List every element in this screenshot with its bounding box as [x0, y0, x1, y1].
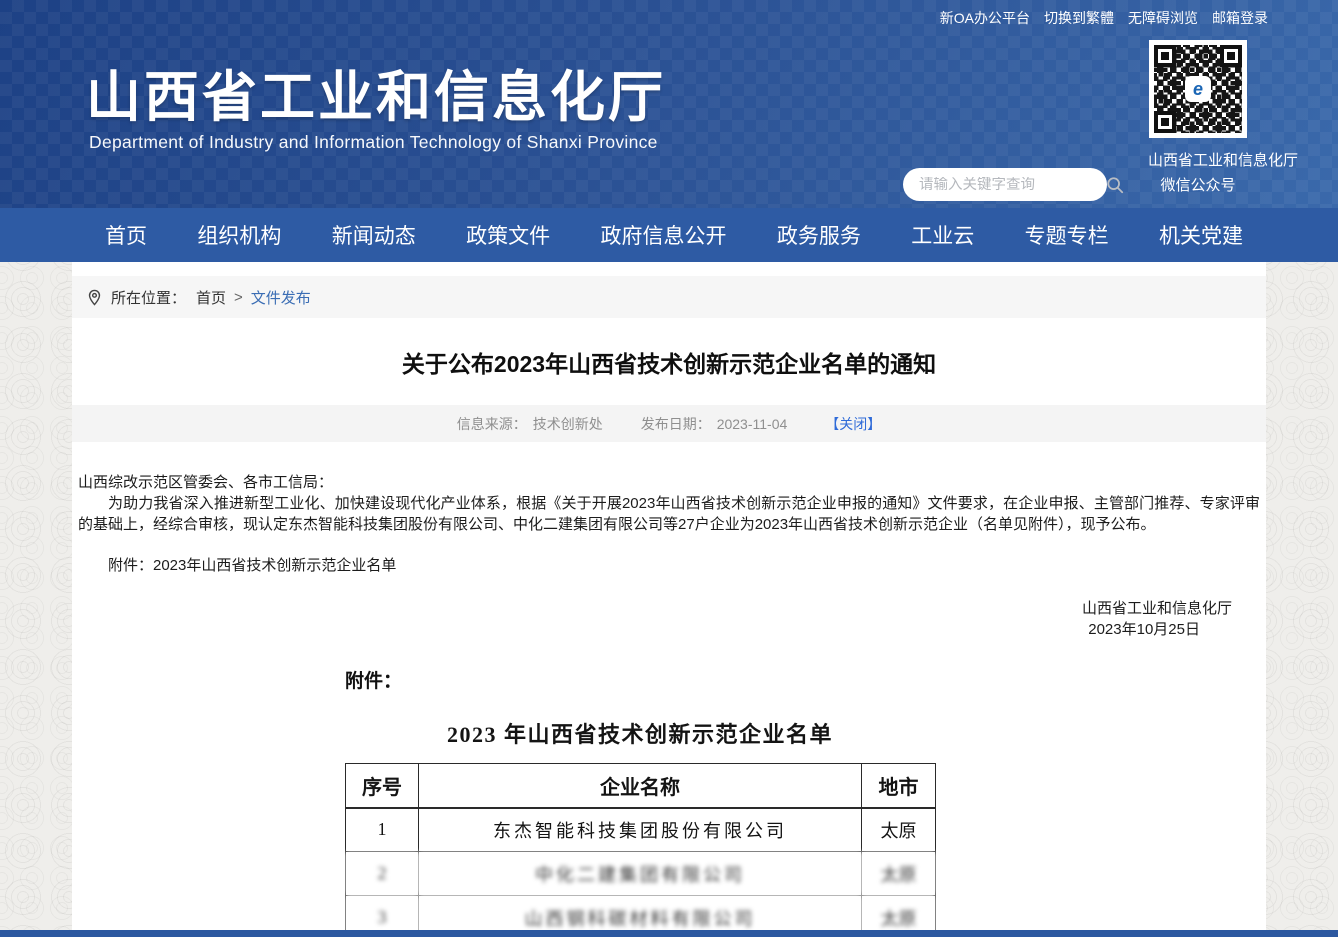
meta-source-label: 信息来源： [457, 414, 527, 434]
signature-date: 2023年10月25日 [78, 619, 1260, 640]
search-icon[interactable] [1106, 176, 1124, 194]
topbar-link-accessibility[interactable]: 无障碍浏览 [1128, 8, 1198, 28]
breadcrumb-label: 所在位置： [111, 287, 186, 308]
table-row: 1 东杰智能科技集团股份有限公司 太原 [346, 808, 936, 852]
col-header-name: 企业名称 [419, 764, 862, 808]
cell-no: 1 [346, 808, 419, 852]
qr-caption-line2: 微信公众号 [1148, 173, 1248, 198]
qr-code-image: e [1149, 40, 1247, 138]
table-row: 3 山西钢科碳材料有限公司 太原 [346, 896, 936, 931]
qr-finder-icon [1154, 45, 1176, 67]
signature-organization: 山西省工业和信息化厅 [78, 598, 1260, 619]
table-header-row: 序号 企业名称 地市 [346, 764, 936, 808]
nav-item-organization[interactable]: 组织机构 [197, 220, 281, 250]
qr-caption-line1: 山西省工业和信息化厅 [1148, 148, 1248, 173]
topbar-link-oa[interactable]: 新OA办公平台 [940, 8, 1030, 28]
nav-item-gov-info[interactable]: 政府信息公开 [601, 220, 727, 250]
cell-no: 3 [346, 896, 419, 931]
breadcrumb: 所在位置： 首页 > 文件发布 [72, 276, 1266, 318]
location-pin-icon [86, 289, 103, 306]
search-box[interactable] [903, 168, 1107, 201]
qr-caption: 山西省工业和信息化厅 微信公众号 [1148, 148, 1248, 198]
main-nav: 首页 组织机构 新闻动态 政策文件 政府信息公开 政务服务 工业云 专题专栏 机… [0, 208, 1338, 262]
qr-finder-icon [1220, 45, 1242, 67]
salutation-line: 山西综改示范区管委会、各市工信局： [78, 472, 1260, 493]
nav-item-industry-cloud[interactable]: 工业云 [911, 220, 974, 250]
content-container: 所在位置： 首页 > 文件发布 关于公布2023年山西省技术创新示范企业名单的通… [72, 262, 1266, 930]
meta-date-value: 2023-11-04 [717, 416, 788, 432]
bottom-accent-bar [0, 930, 1338, 937]
main-paragraph: 为助力我省深入推进新型工业化、加快建设现代化产业体系，根据《关于开展2023年山… [78, 493, 1260, 535]
site-header: 新OA办公平台 切换到繁體 无障碍浏览 邮箱登录 山西省工业和信息化厅 Depa… [0, 0, 1338, 208]
meta-source-value: 技术创新处 [533, 414, 603, 434]
cell-name: 山西钢科碳材料有限公司 [419, 896, 862, 931]
breadcrumb-home-link[interactable]: 首页 [196, 287, 226, 308]
col-header-city: 地市 [862, 764, 936, 808]
article-title: 关于公布2023年山西省技术创新示范企业名单的通知 [72, 318, 1266, 405]
attachment-table-title: 2023 年山西省技术创新示范企业名单 [345, 717, 935, 749]
article-body: 山西综改示范区管委会、各市工信局： 为助力我省深入推进新型工业化、加快建设现代化… [72, 442, 1266, 640]
wechat-qr-block: e 山西省工业和信息化厅 微信公众号 [1148, 40, 1248, 198]
cell-name: 东杰智能科技集团股份有限公司 [419, 808, 862, 852]
nav-item-policy[interactable]: 政策文件 [466, 220, 550, 250]
cell-name: 中化二建集团有限公司 [419, 852, 862, 896]
cell-city: 太原 [862, 808, 936, 852]
attachment-label: 附件： [345, 666, 945, 693]
nav-item-news[interactable]: 新闻动态 [332, 220, 416, 250]
topbar-link-mail-login[interactable]: 邮箱登录 [1212, 8, 1268, 28]
attachment-reference-line: 附件：2023年山西省技术创新示范企业名单 [78, 555, 1260, 576]
topbar-link-traditional[interactable]: 切换到繁體 [1044, 8, 1114, 28]
search-input[interactable] [919, 177, 1106, 193]
site-subtitle: Department of Industry and Information T… [89, 132, 658, 153]
meta-date-label: 发布日期： [641, 414, 711, 434]
topbar: 新OA办公平台 切换到繁體 无障碍浏览 邮箱登录 [940, 8, 1268, 28]
cell-city: 太原 [862, 896, 936, 931]
nav-item-home[interactable]: 首页 [105, 220, 147, 250]
enterprise-table: 序号 企业名称 地市 1 东杰智能科技集团股份有限公司 太原 2 中化二建集团有… [345, 763, 936, 930]
close-article-link[interactable]: 【关闭】 [825, 414, 881, 434]
qr-center-logo-icon: e [1185, 76, 1211, 102]
site-title: 山西省工业和信息化厅 [86, 52, 666, 132]
breadcrumb-current-link[interactable]: 文件发布 [251, 287, 311, 308]
col-header-no: 序号 [346, 764, 419, 808]
article-meta-bar: 信息来源： 技术创新处 发布日期： 2023-11-04 【关闭】 [72, 405, 1266, 442]
attachment-document: 附件： 2023 年山西省技术创新示范企业名单 序号 企业名称 地市 1 东杰智… [345, 666, 945, 930]
nav-item-party-building[interactable]: 机关党建 [1159, 220, 1243, 250]
breadcrumb-separator: > [234, 289, 243, 306]
qr-finder-icon [1154, 111, 1176, 133]
nav-item-services[interactable]: 政务服务 [777, 220, 861, 250]
nav-item-special-topics[interactable]: 专题专栏 [1025, 220, 1109, 250]
cell-no: 2 [346, 852, 419, 896]
cell-city: 太原 [862, 852, 936, 896]
table-row: 2 中化二建集团有限公司 太原 [346, 852, 936, 896]
